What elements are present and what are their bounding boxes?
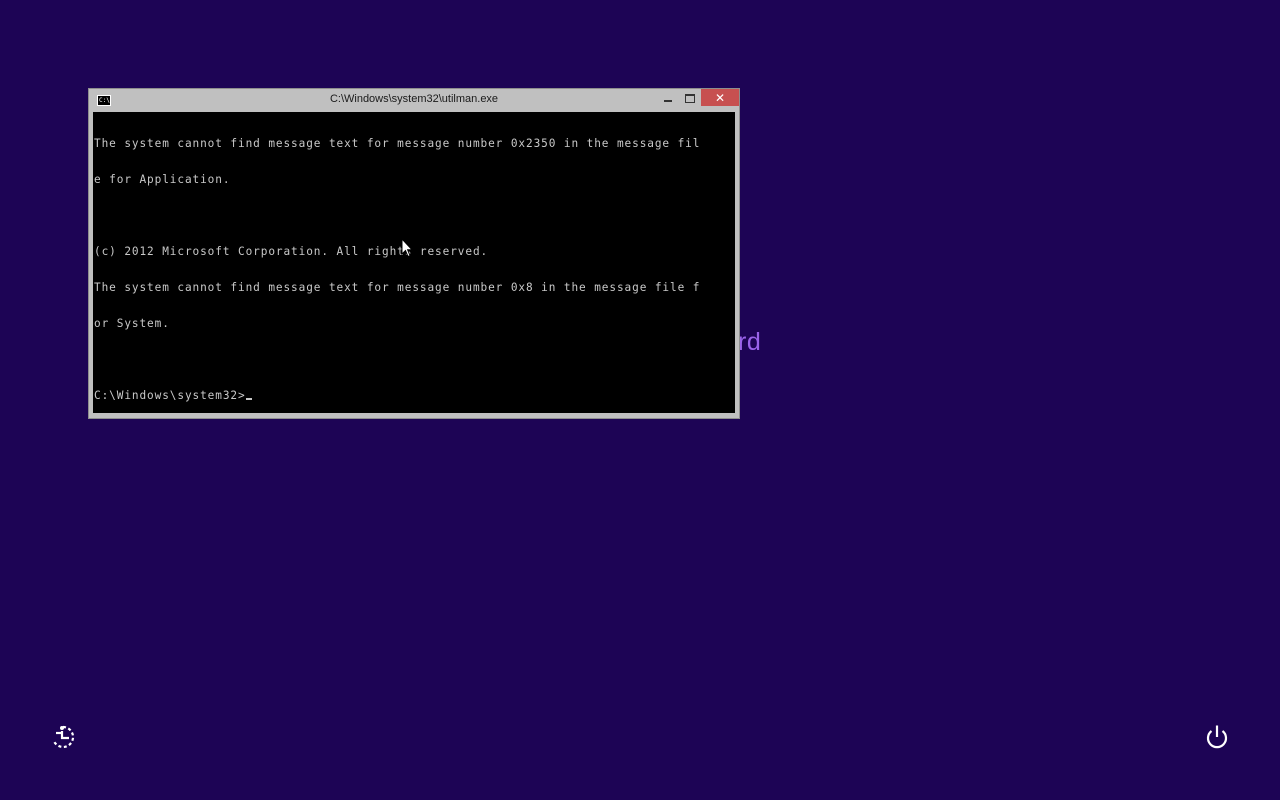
console-prompt: C:\Windows\system32> (94, 389, 246, 402)
ease-of-access-icon[interactable] (48, 722, 78, 752)
minimize-icon (664, 100, 672, 102)
console-line: The system cannot find message text for … (94, 137, 701, 150)
maximize-icon (685, 93, 695, 103)
power-icon[interactable] (1202, 722, 1232, 752)
console-line: or System. (94, 317, 170, 330)
console-line: (c) 2012 Microsoft Corporation. All righ… (94, 245, 489, 258)
mouse-pointer-icon (401, 238, 413, 258)
command-prompt-window[interactable]: C:\ C:\Windows\system32\utilman.exe ✕ Th… (88, 88, 740, 419)
maximize-button[interactable] (679, 89, 701, 107)
window-titlebar[interactable]: C:\ C:\Windows\system32\utilman.exe ✕ (89, 89, 739, 112)
window-title: C:\Windows\system32\utilman.exe (329, 93, 499, 105)
console-prompt-line[interactable]: C:\Windows\system32> (94, 390, 735, 402)
console-line: e for Application. (94, 173, 231, 186)
background-partial-text: rd (738, 328, 762, 356)
text-cursor (245, 398, 252, 400)
minimize-button[interactable] (657, 89, 679, 107)
console-line: The system cannot find message text for … (94, 281, 701, 294)
close-button[interactable]: ✕ (701, 89, 739, 106)
console-output[interactable]: The system cannot find message text for … (93, 112, 735, 413)
